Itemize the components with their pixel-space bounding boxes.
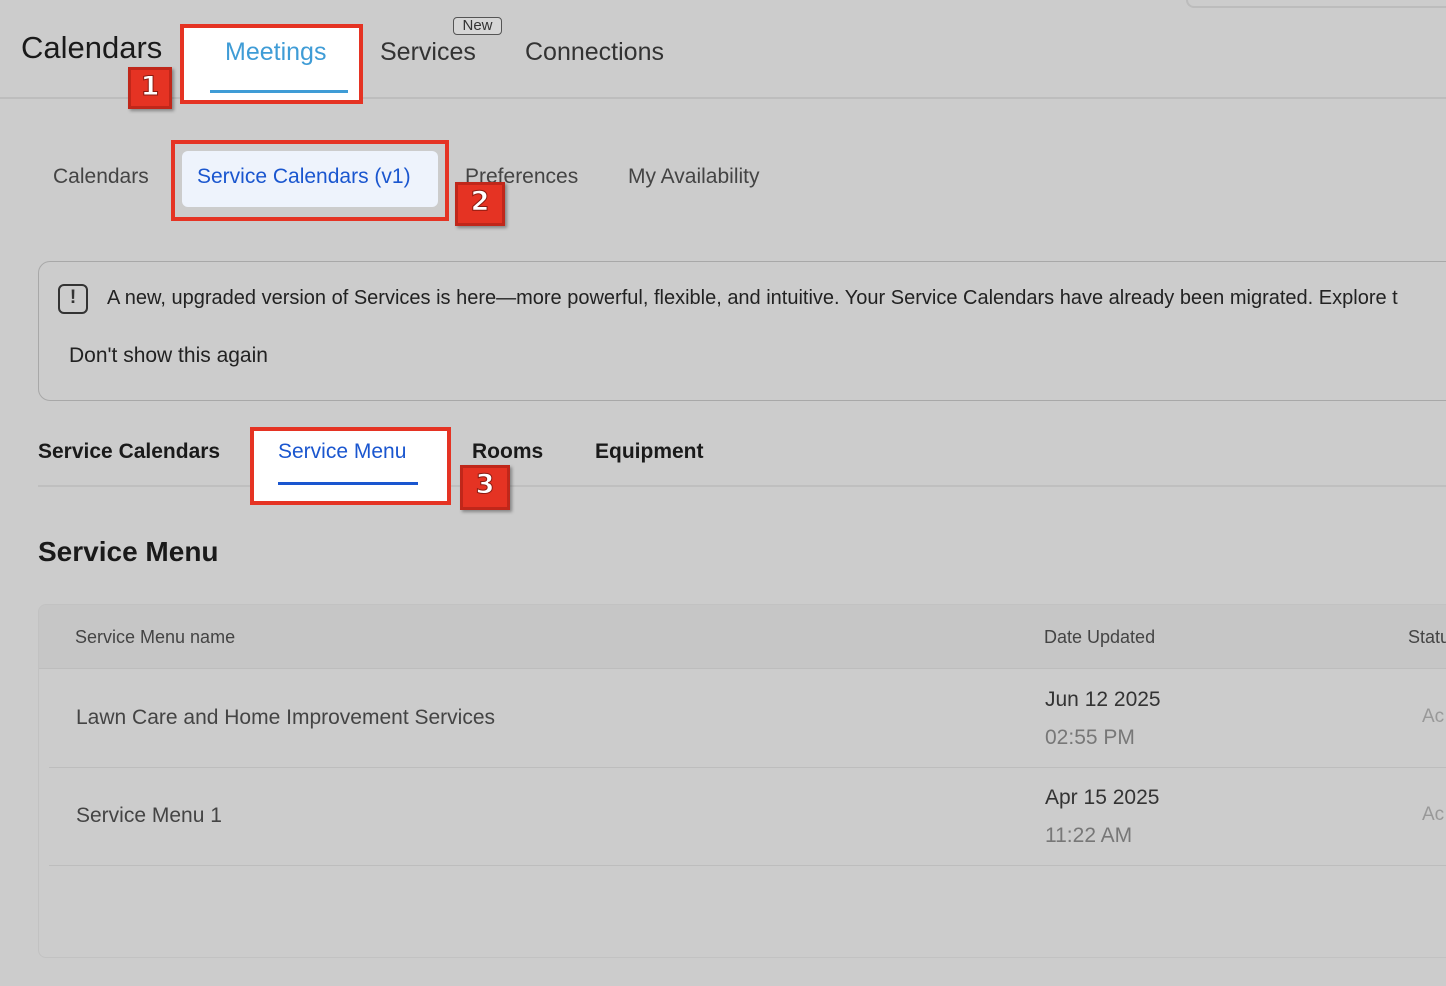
row-time: 02:55 PM: [1045, 726, 1135, 749]
info-banner: [38, 261, 1446, 401]
table-row[interactable]: Lawn Care and Home Improvement Services …: [49, 670, 1446, 768]
row-name: Service Menu 1: [76, 804, 222, 827]
status-badge: Ac: [1422, 706, 1445, 727]
section-title: Service Menu: [38, 536, 219, 567]
app-title: Calendars: [21, 30, 163, 65]
top-right-decoration: [1186, 0, 1446, 8]
row-time: 11:22 AM: [1045, 824, 1133, 847]
dont-show-again-button[interactable]: Don't show this again: [69, 344, 268, 368]
annotation-badge-3: 3: [460, 465, 510, 510]
column-header-status[interactable]: Statu: [1408, 627, 1446, 648]
table-header: Service Menu name Date Updated Statu: [39, 605, 1446, 669]
section-tab-rooms[interactable]: Rooms: [472, 440, 543, 464]
column-header-name[interactable]: Service Menu name: [75, 627, 235, 648]
row-name: Lawn Care and Home Improvement Services: [76, 706, 496, 729]
row-date: Apr 15 2025: [1045, 786, 1160, 809]
service-menu-table: Service Menu name Date Updated Statu Law…: [38, 604, 1446, 958]
section-tab-equipment[interactable]: Equipment: [595, 440, 704, 464]
subtab-my-availability[interactable]: My Availability: [628, 165, 760, 189]
section-tab-service-menu[interactable]: Service Menu: [278, 440, 406, 464]
exclamation-icon: !: [58, 284, 88, 314]
annotation-highlight-3: [250, 427, 451, 505]
section-tab-underline: [278, 482, 418, 485]
subtab-service-calendars-v1[interactable]: Service Calendars (v1): [197, 165, 411, 189]
annotation-badge-2: 2: [455, 182, 505, 226]
tab-services[interactable]: Services: [380, 38, 476, 67]
banner-message: A new, upgraded version of Services is h…: [107, 287, 1398, 309]
column-header-date-updated[interactable]: Date Updated: [1044, 627, 1155, 648]
subtab-calendars[interactable]: Calendars: [53, 165, 149, 189]
annotation-badge-1: 1: [128, 67, 172, 109]
row-date: Jun 12 2025: [1045, 688, 1161, 711]
tab-meetings[interactable]: Meetings: [225, 38, 326, 67]
section-tab-service-calendars[interactable]: Service Calendars: [38, 440, 220, 464]
tab-meetings-underline: [210, 90, 348, 93]
new-badge: New: [453, 17, 502, 35]
status-badge: Ac: [1422, 804, 1445, 825]
tab-connections[interactable]: Connections: [525, 38, 664, 67]
table-row[interactable]: Service Menu 1 Apr 15 2025 11:22 AM Ac: [49, 768, 1446, 866]
